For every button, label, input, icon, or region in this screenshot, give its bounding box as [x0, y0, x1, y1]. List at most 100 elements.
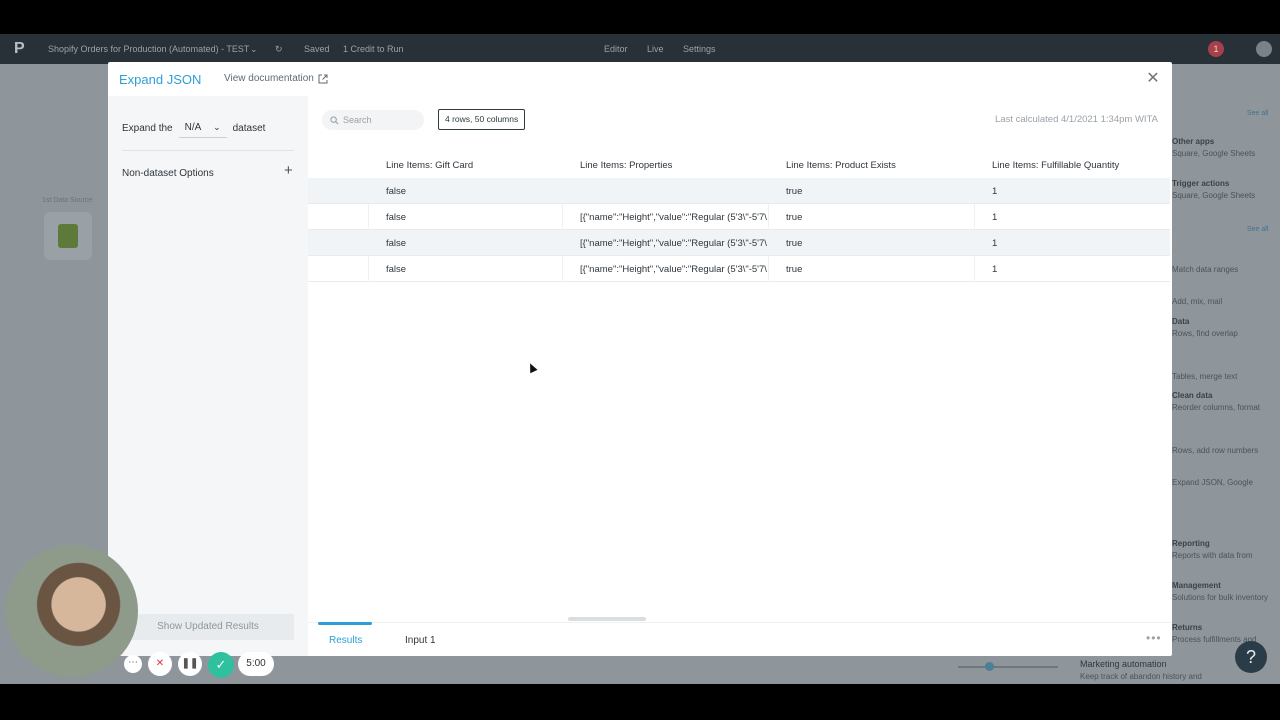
recorder-more-icon[interactable]: ⋯ — [124, 655, 142, 673]
column-divider — [562, 204, 563, 230]
search-icon — [330, 115, 339, 124]
table-cell[interactable]: false — [386, 212, 406, 223]
panel-item: Solutions for bulk inventory — [1172, 593, 1269, 602]
table-cell[interactable]: false — [386, 264, 406, 275]
table-cell[interactable]: [{"name":"Height","value":"Regular (5'3\… — [580, 212, 768, 223]
table-cell[interactable]: true — [786, 264, 802, 275]
background-step-panel: See all Other apps Square, Google Sheets… — [1172, 64, 1280, 684]
panel-item: Match data ranges — [1172, 265, 1239, 274]
chevron-down-icon[interactable]: ⌄ — [250, 44, 258, 55]
dataset-select[interactable]: N/A ⌄ — [178, 118, 227, 138]
table-row[interactable]: false [{"name":"Height","value":"Regular… — [308, 256, 1170, 282]
close-icon[interactable]: ✕ — [1144, 70, 1162, 88]
panel-item[interactable]: Data — [1172, 317, 1189, 326]
table-row[interactable]: false [{"name":"Height","value":"Regular… — [308, 204, 1170, 230]
column-divider — [768, 256, 769, 282]
expand-prefix: Expand the — [122, 122, 173, 134]
expand-json-modal: Expand JSON View documentation ✕ Expand … — [108, 62, 1172, 656]
panel-item[interactable]: Reporting — [1172, 539, 1210, 548]
tab-results[interactable]: Results — [329, 635, 362, 646]
tab-live[interactable]: Live — [647, 44, 664, 54]
column-header[interactable]: Line Items: Fulfillable Quantity — [992, 160, 1119, 171]
table-cell[interactable]: false — [386, 186, 406, 197]
see-all-link[interactable]: See all — [1247, 110, 1268, 117]
view-documentation-link[interactable]: View documentation — [224, 73, 328, 84]
column-header[interactable]: Line Items: Properties — [580, 160, 672, 171]
table-row[interactable]: false [{"name":"Height","value":"Regular… — [308, 230, 1170, 256]
table-cell[interactable]: false — [386, 238, 406, 249]
cancel-recording-icon[interactable]: ✕ — [148, 652, 172, 676]
column-divider — [974, 204, 975, 230]
panel-item[interactable]: Returns — [1172, 623, 1202, 632]
doc-link-label: View documentation — [224, 73, 314, 84]
column-header[interactable]: Line Items: Gift Card — [386, 160, 473, 171]
table-cell[interactable]: [{"name":"Height","value":"Regular (5'3\… — [580, 238, 768, 249]
credit-text: 1 Credit to Run — [343, 44, 404, 54]
user-avatar[interactable] — [1256, 41, 1272, 57]
expand-suffix: dataset — [232, 122, 266, 134]
panel-item: Reports with data from — [1172, 551, 1253, 560]
zoom-slider-track[interactable] — [958, 666, 1058, 668]
shopify-icon — [58, 224, 78, 248]
pause-icon[interactable]: ❚❚ — [178, 652, 202, 676]
expand-dataset-row: Expand the N/A ⌄ dataset — [122, 118, 265, 138]
column-header[interactable]: Line Items: Product Exists — [786, 160, 896, 171]
notification-badge[interactable]: 1 — [1208, 41, 1224, 57]
divider — [122, 150, 294, 151]
help-button[interactable]: ? — [1235, 641, 1267, 673]
panel-item[interactable]: Management — [1172, 581, 1221, 590]
panel-item: Rows, find overlap — [1172, 329, 1238, 338]
panel-item[interactable]: Clean data — [1172, 391, 1212, 400]
dataset-select-value: N/A — [184, 122, 202, 133]
panel-item[interactable]: Other apps — [1172, 137, 1214, 146]
modal-header: Expand JSON View documentation ✕ — [108, 62, 1172, 96]
panel-item: Add, mix, mail — [1172, 297, 1223, 306]
panel-item[interactable]: Trigger actions — [1172, 179, 1229, 188]
search-input[interactable]: Search — [322, 110, 424, 130]
panel-item: Square, Google Sheets — [1172, 149, 1256, 158]
bottom-tabs: Results Input 1 ••• — [308, 622, 1172, 656]
panel-item: Rows, add row numbers — [1172, 446, 1259, 455]
zoom-slider-handle[interactable] — [985, 662, 994, 671]
more-options-icon[interactable]: ••• — [1146, 631, 1162, 645]
tab-settings[interactable]: Settings — [683, 44, 716, 54]
chevron-down-icon: ⌄ — [213, 122, 221, 132]
column-divider — [562, 256, 563, 282]
see-all-link[interactable]: See all — [1247, 226, 1268, 233]
finish-recording-icon[interactable]: ✓ — [208, 652, 234, 678]
column-divider — [368, 204, 369, 230]
webcam-video — [6, 545, 138, 677]
table-cell[interactable]: 1 — [992, 264, 997, 275]
workflow-title[interactable]: Shopify Orders for Production (Automated… — [48, 44, 249, 54]
non-dataset-options[interactable]: Non-dataset Options — [122, 168, 214, 179]
table-cell[interactable]: true — [786, 186, 802, 197]
marketing-subtitle: Keep track of abandon history and — [1080, 672, 1202, 681]
table-cell[interactable]: true — [786, 238, 802, 249]
refresh-icon[interactable]: ↻ — [275, 44, 283, 55]
tab-editor[interactable]: Editor — [604, 44, 628, 54]
panel-item: Tables, merge text — [1172, 372, 1238, 381]
table-cell[interactable]: 1 — [992, 238, 997, 249]
panel-item: Reorder columns, format — [1172, 403, 1261, 412]
column-divider — [768, 204, 769, 230]
table-cell[interactable]: 1 — [992, 186, 997, 197]
tab-input-1[interactable]: Input 1 — [405, 635, 436, 646]
modal-title: Expand JSON — [119, 72, 202, 87]
table-header: Line Items: Gift Card Line Items: Proper… — [308, 152, 1170, 178]
saved-status: Saved — [304, 44, 330, 54]
panel-item: Square, Google Sheets — [1172, 191, 1256, 200]
search-placeholder: Search — [343, 115, 372, 125]
table-cell[interactable]: true — [786, 212, 802, 223]
panel-item: Expand JSON, Google — [1172, 478, 1253, 487]
options-panel: Expand the N/A ⌄ dataset Non-dataset Opt… — [108, 96, 308, 656]
recording-timer: 5:00 — [238, 652, 274, 676]
table-cell[interactable]: [{"name":"Height","value":"Regular (5'3\… — [580, 264, 768, 275]
shopify-node[interactable] — [44, 212, 92, 260]
table-cell[interactable]: 1 — [992, 212, 997, 223]
horizontal-scrollbar[interactable] — [568, 617, 646, 621]
show-updated-results-button[interactable]: Show Updated Results — [122, 614, 294, 640]
add-option-icon[interactable]: + — [284, 162, 293, 179]
app-logo-icon[interactable]: P — [14, 40, 28, 58]
table-row[interactable]: false true 1 — [308, 178, 1170, 204]
data-source-label: 1st Data Source — [42, 197, 93, 204]
